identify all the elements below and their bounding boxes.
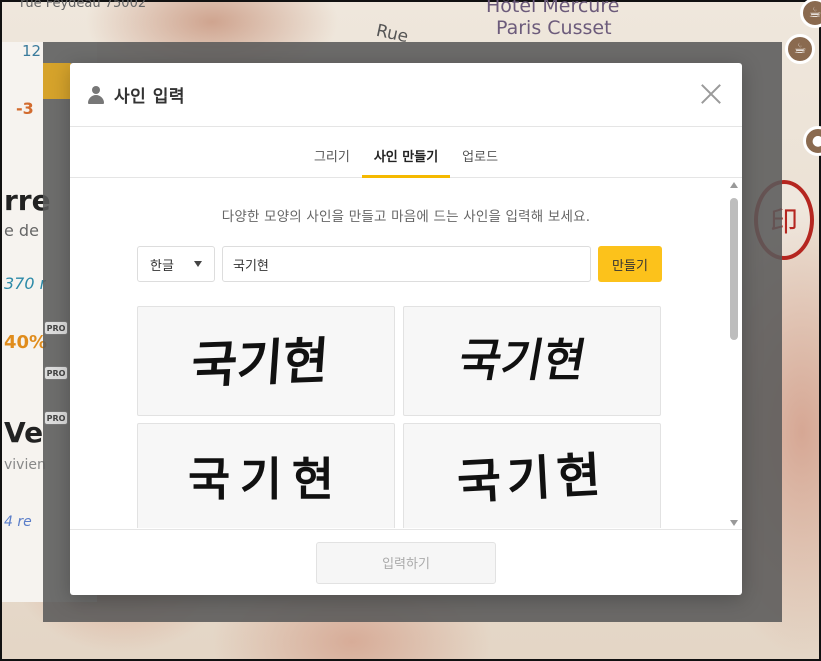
background-text: 370 r bbox=[4, 274, 47, 293]
scroll-thumb[interactable] bbox=[730, 198, 738, 340]
scroll-down-icon[interactable] bbox=[730, 520, 738, 526]
signature-modal: 사인 입력 그리기 사인 만들기 업로드 다양한 모양의 사인을 만들고 마음에… bbox=[70, 63, 742, 595]
signature-text: 국기현 bbox=[188, 453, 344, 506]
tab-make-signature[interactable]: 사인 만들기 bbox=[361, 146, 451, 178]
caret-down-icon bbox=[194, 261, 202, 267]
description-text: 다양한 모양의 사인을 만들고 마음에 드는 사인을 입력해 보세요. bbox=[221, 209, 591, 225]
signature-option-1[interactable]: 국기현 bbox=[137, 306, 395, 416]
tab-upload[interactable]: 업로드 bbox=[450, 146, 510, 177]
close-icon[interactable] bbox=[700, 83, 722, 105]
background-text: Ve bbox=[4, 416, 44, 449]
background-text: 4 re bbox=[4, 514, 32, 530]
name-input[interactable] bbox=[222, 246, 591, 282]
signature-form: 한글 만들기 bbox=[137, 246, 662, 282]
user-icon bbox=[88, 85, 104, 104]
signature-text: 국기현 bbox=[455, 333, 590, 387]
signature-option-2[interactable]: 국기현 bbox=[403, 306, 661, 416]
pro-badge: PRO bbox=[44, 321, 68, 335]
map-label: Hôtel Mercure bbox=[486, 0, 620, 17]
language-select-value: 한글 bbox=[150, 258, 174, 274]
modal-title: 사인 입력 bbox=[114, 87, 185, 107]
background-text: vivien bbox=[4, 457, 46, 473]
signature-image: 국기현 bbox=[190, 332, 331, 395]
make-button[interactable]: 만들기 bbox=[598, 246, 662, 282]
signature-text: 국기현 bbox=[456, 448, 608, 511]
map-poi-icon: ☕ bbox=[785, 34, 815, 64]
signature-image: 국기현 bbox=[187, 452, 344, 506]
map-label: Paris Cusset bbox=[496, 17, 612, 39]
content-scrollbar[interactable] bbox=[729, 182, 739, 526]
tab-content: 다양한 모양의 사인을 만들고 마음에 드는 사인을 입력해 보세요. 한글 만… bbox=[70, 178, 742, 528]
modal-header: 사인 입력 bbox=[70, 63, 742, 127]
signature-text: 국기현 bbox=[190, 332, 331, 395]
pro-badge: PRO bbox=[44, 366, 68, 380]
modal-footer: 입력하기 bbox=[70, 529, 742, 595]
map-poi-icon: ☕ bbox=[800, 0, 821, 28]
tab-bar: 그리기 사인 만들기 업로드 bbox=[70, 127, 742, 178]
signature-image: 국기현 bbox=[456, 448, 608, 511]
pro-badge: PRO bbox=[44, 411, 68, 425]
tab-draw[interactable]: 그리기 bbox=[302, 146, 362, 177]
submit-button[interactable]: 입력하기 bbox=[316, 541, 496, 584]
signature-grid: 국기현 국기현 국기현 국기현 bbox=[137, 306, 661, 528]
map-poi-icon: ● bbox=[803, 126, 821, 156]
signature-option-3[interactable]: 국기현 bbox=[137, 423, 395, 528]
background-text: -3 bbox=[16, 99, 34, 118]
background-text: e de bbox=[4, 221, 39, 240]
background-text: rue Feydeau 75002 bbox=[20, 0, 147, 11]
signature-image: 국기현 bbox=[454, 333, 591, 388]
background-text: 40% bbox=[4, 332, 48, 353]
language-select[interactable]: 한글 bbox=[137, 246, 215, 282]
signature-option-4[interactable]: 국기현 bbox=[403, 423, 661, 528]
background-text: 12 bbox=[22, 42, 42, 60]
background-strip bbox=[43, 63, 71, 99]
scroll-up-icon[interactable] bbox=[730, 182, 738, 188]
